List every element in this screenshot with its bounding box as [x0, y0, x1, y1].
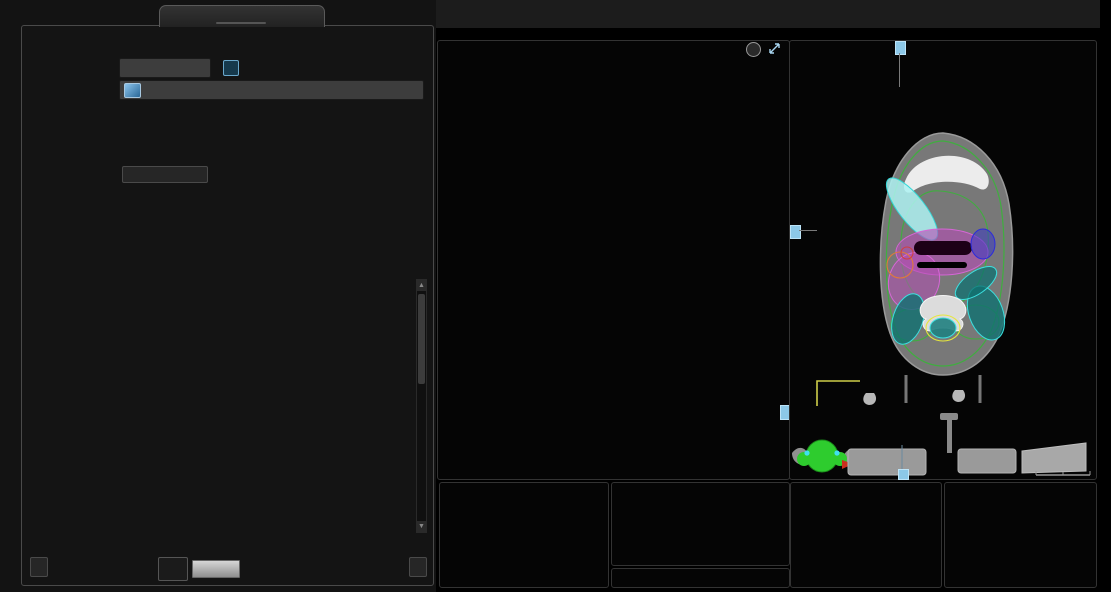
objective-footer-empty — [611, 568, 790, 588]
play-button[interactable] — [158, 557, 188, 581]
tab-plan-information[interactable] — [159, 5, 325, 27]
ct-axial-image[interactable] — [790, 41, 1094, 477]
structures-scrollbar[interactable]: ▲ ▼ — [416, 279, 427, 533]
show-unpublished-checkbox[interactable] — [223, 60, 239, 76]
plan-information-body: ▲ ▼ — [21, 25, 434, 586]
help-icon[interactable] — [746, 42, 761, 57]
dvh-panel-header — [438, 41, 789, 57]
ct-structure-blue — [971, 229, 995, 259]
scrollbar-thumb[interactable] — [418, 294, 425, 384]
field-corner-marker — [817, 381, 860, 406]
dvh-model-select[interactable] — [119, 80, 424, 100]
gantry-marker — [806, 440, 838, 472]
sort-order-select[interactable] — [119, 58, 211, 78]
optimization-stats-panel — [439, 482, 609, 588]
sort-order-row — [22, 58, 425, 78]
scroll-up-icon[interactable]: ▲ — [417, 280, 426, 291]
viewer-toolbar — [789, 0, 1100, 28]
dvh-chart[interactable] — [438, 57, 787, 477]
ct-bottom-slider-handle[interactable] — [898, 469, 909, 480]
ct-oral-cavity — [914, 241, 972, 255]
ct-head — [863, 133, 1012, 405]
ct-couch — [848, 413, 1086, 475]
ct-head-holder — [906, 375, 980, 403]
expand-icon[interactable] — [768, 42, 781, 58]
model-color-swatch — [124, 83, 141, 98]
bottom-right-empty-panel — [944, 482, 1097, 588]
dvh-panel — [437, 40, 790, 480]
estimation-statistics-button[interactable] — [30, 557, 48, 577]
progress-bar — [192, 560, 240, 578]
scroll-down-icon[interactable]: ▼ — [417, 521, 426, 532]
clinical-description-button[interactable] — [122, 166, 208, 183]
ct-spinal-canal — [930, 318, 956, 338]
generate-estimates-button[interactable] — [409, 557, 427, 577]
bottom-button-bar — [30, 559, 427, 579]
dvh-toolbar — [436, 0, 801, 28]
dvh-model-row — [22, 80, 424, 100]
objective-panel-empty — [611, 482, 790, 566]
plan-information-panel: ▲ ▼ — [21, 5, 434, 586]
app-root: ▲ ▼ — [0, 0, 1111, 592]
bottom-left-empty-panel — [790, 482, 942, 588]
ct-viewer-panel — [789, 40, 1097, 480]
